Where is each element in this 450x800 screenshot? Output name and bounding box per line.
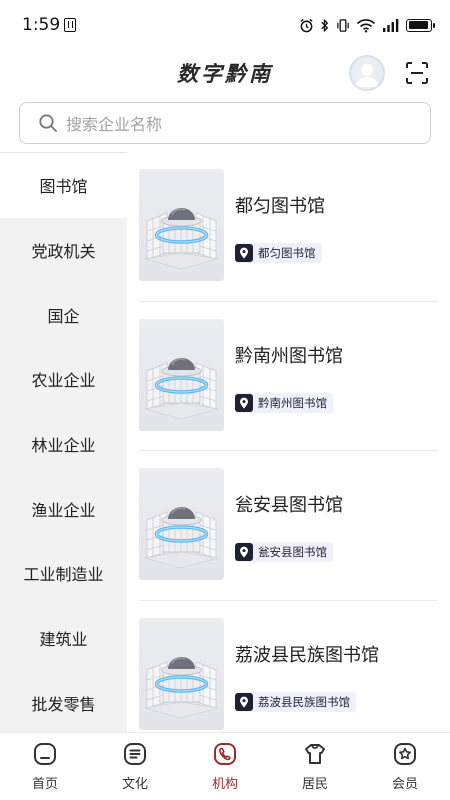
library-card[interactable]: 黔南州图书馆 黔南州图书馆 xyxy=(139,302,438,451)
nfc-icon xyxy=(64,18,77,32)
category-sidebar: 图书馆 党政机关 国企 农业企业 林业企业 渔业企业 工业制造业 建筑业 批发零… xyxy=(0,152,127,732)
library-thumbnail xyxy=(139,169,224,281)
library-thumbnail xyxy=(139,468,224,580)
tab-label: 会员 xyxy=(391,777,418,792)
library-building-image xyxy=(144,507,219,569)
avatar-icon xyxy=(355,64,379,87)
bluetooth-icon xyxy=(321,18,329,32)
status-icons xyxy=(299,18,435,33)
home-icon xyxy=(34,743,56,765)
tab-member[interactable]: 会员 xyxy=(360,733,450,800)
tab-label: 机构 xyxy=(211,777,238,792)
library-tag-text: 都匀图书馆 xyxy=(258,246,316,260)
alarm-icon xyxy=(300,18,313,32)
library-building-image xyxy=(144,208,219,270)
signal-icon xyxy=(383,19,399,32)
category-item-construction[interactable]: 建筑业 xyxy=(0,606,127,671)
tab-institution[interactable]: 机构 xyxy=(180,733,270,800)
library-tag: 瓮安县图书馆 xyxy=(235,542,333,562)
bottom-tab-bar: 首页 文化 机构 居民 会员 xyxy=(0,732,450,800)
library-name: 瓮安县图书馆 xyxy=(235,495,343,516)
tab-culture[interactable]: 文化 xyxy=(90,733,180,800)
library-tag: 荔波县民族图书馆 xyxy=(235,691,356,712)
category-item-agriculture[interactable]: 农业企业 xyxy=(0,347,127,412)
category-item-manufacturing[interactable]: 工业制造业 xyxy=(0,541,127,606)
tab-label: 文化 xyxy=(121,777,148,792)
library-building-image xyxy=(144,656,219,718)
status-time: 1:59 xyxy=(22,15,61,35)
library-tag-text: 荔波县民族图书馆 xyxy=(258,694,350,709)
category-item-retail[interactable]: 批发零售 xyxy=(0,671,127,736)
category-label: 党政机关 xyxy=(31,242,96,262)
library-tag: 都匀图书馆 xyxy=(235,243,322,263)
library-tag: 黔南州图书馆 xyxy=(235,392,333,413)
library-tag-text: 瓮安县图书馆 xyxy=(258,545,327,559)
category-label: 图书馆 xyxy=(39,177,88,197)
location-pin-icon xyxy=(235,692,253,711)
institution-icon xyxy=(214,743,236,765)
resident-icon xyxy=(305,744,325,764)
library-building-image xyxy=(144,357,219,419)
scan-icon xyxy=(406,62,428,84)
status-time-group: 1:59 xyxy=(22,15,77,35)
status-bar: 1:59 xyxy=(0,0,450,50)
wifi-icon xyxy=(356,18,376,32)
vibrate-icon xyxy=(337,18,349,32)
search-placeholder: 搜索企业名称 xyxy=(66,115,163,134)
category-label: 国企 xyxy=(47,306,80,326)
library-name: 荔波县民族图书馆 xyxy=(235,644,379,666)
scan-button[interactable] xyxy=(404,60,430,86)
app-header: 数字黔南 xyxy=(0,50,450,96)
location-pin-icon xyxy=(235,393,253,412)
library-name: 黔南州图书馆 xyxy=(235,345,343,367)
library-list: 都匀图书馆 都匀图书馆 黔南州图书馆 黔南州图书馆 瓮安县图书馆 瓮安县图书馆 … xyxy=(127,152,450,732)
tab-home[interactable]: 首页 xyxy=(0,733,90,800)
library-thumbnail xyxy=(139,617,224,730)
category-label: 工业制造业 xyxy=(23,565,104,585)
category-item-library[interactable]: 图书馆 xyxy=(0,153,127,218)
library-name: 都匀图书馆 xyxy=(235,196,325,217)
category-label: 农业企业 xyxy=(31,371,96,391)
culture-icon xyxy=(124,743,146,765)
category-item-state-owned[interactable]: 国企 xyxy=(0,282,127,347)
tab-resident[interactable]: 居民 xyxy=(270,733,360,800)
library-tag-text: 黔南州图书馆 xyxy=(258,395,327,410)
library-card[interactable]: 荔波县民族图书馆 荔波县民族图书馆 xyxy=(139,601,438,733)
library-thumbnail xyxy=(139,318,224,431)
search-icon xyxy=(39,114,57,132)
category-item-forestry[interactable]: 林业企业 xyxy=(0,412,127,477)
tab-label: 居民 xyxy=(301,777,328,792)
library-card[interactable]: 都匀图书馆 都匀图书馆 xyxy=(139,152,438,302)
member-icon xyxy=(394,743,416,765)
category-item-government[interactable]: 党政机关 xyxy=(0,218,127,283)
category-label: 批发零售 xyxy=(31,694,96,714)
category-item-fishery[interactable]: 渔业企业 xyxy=(0,476,127,541)
battery-icon xyxy=(406,18,435,32)
category-label: 林业企业 xyxy=(31,436,96,456)
location-pin-icon xyxy=(235,244,253,262)
search-input[interactable]: 搜索企业名称 xyxy=(19,102,431,144)
tab-label: 首页 xyxy=(31,777,58,792)
category-label: 建筑业 xyxy=(39,630,88,650)
location-pin-icon xyxy=(235,543,253,561)
avatar[interactable] xyxy=(349,55,385,91)
category-label: 渔业企业 xyxy=(31,500,96,520)
library-card[interactable]: 瓮安县图书馆 瓮安县图书馆 xyxy=(139,451,438,601)
